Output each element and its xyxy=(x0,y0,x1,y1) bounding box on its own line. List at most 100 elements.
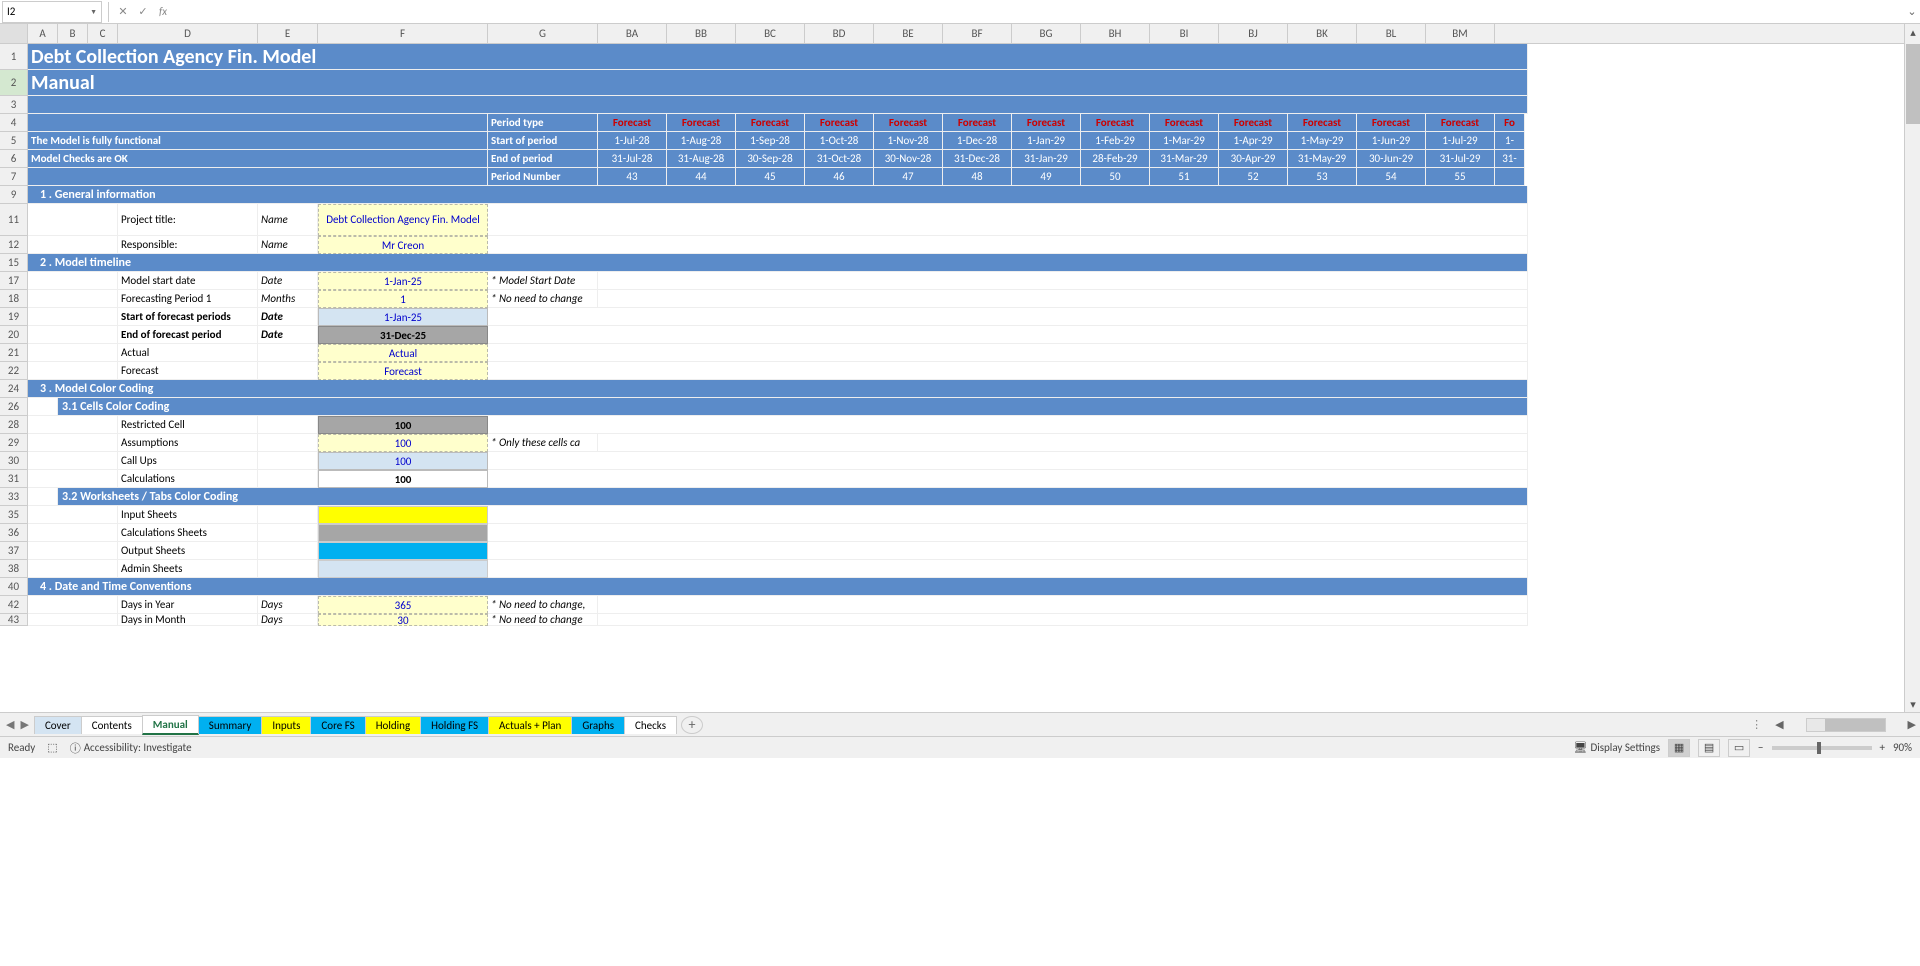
tab-contents[interactable]: Contents xyxy=(81,716,143,734)
output-sheets-label[interactable]: Output Sheets xyxy=(118,542,258,560)
cell[interactable] xyxy=(28,236,118,254)
calc-sheets-swatch[interactable] xyxy=(318,524,488,542)
row-header-38[interactable]: 38 xyxy=(0,560,28,578)
row-header-5[interactable]: 5 xyxy=(0,132,28,150)
model-start-note[interactable]: * Model Start Date xyxy=(488,272,598,290)
col-A[interactable]: A xyxy=(28,24,58,43)
model-start-label[interactable]: Model start date xyxy=(118,272,258,290)
row-header-1[interactable]: 1 xyxy=(0,44,28,70)
col-C[interactable]: C xyxy=(88,24,118,43)
forecast-h[interactable]: Forecast xyxy=(1012,114,1081,132)
cancel-formula-icon[interactable]: ✕ xyxy=(113,2,133,22)
forecast-h[interactable]: Forecast xyxy=(736,114,805,132)
restricted-label[interactable]: Restricted Cell xyxy=(118,416,258,434)
cell[interactable] xyxy=(598,596,1528,614)
calculations-val[interactable]: 100 xyxy=(318,470,488,488)
cell[interactable] xyxy=(28,524,118,542)
forecast-h[interactable]: Forecast xyxy=(805,114,874,132)
restricted-val[interactable]: 100 xyxy=(318,416,488,434)
cell[interactable] xyxy=(28,344,118,362)
actual-input[interactable]: Actual xyxy=(318,344,488,362)
end-forecast-label[interactable]: End of forecast period xyxy=(118,326,258,344)
days-year-label[interactable]: Days in Year xyxy=(118,596,258,614)
calculations-label[interactable]: Calculations xyxy=(118,470,258,488)
view-normal-button[interactable]: ▦ xyxy=(1668,739,1690,757)
new-sheet-button[interactable]: + xyxy=(681,716,703,734)
cell[interactable] xyxy=(28,168,488,186)
cell[interactable] xyxy=(488,524,1528,542)
start-forecast-unit[interactable]: Date xyxy=(258,308,318,326)
row-header-19[interactable]: 19 xyxy=(0,308,28,326)
output-sheets-swatch[interactable] xyxy=(318,542,488,560)
forecast-period-input[interactable]: 1 xyxy=(318,290,488,308)
model-start-input[interactable]: 1-Jan-25 xyxy=(318,272,488,290)
project-title-unit[interactable]: Name xyxy=(258,204,318,236)
forecast-h[interactable]: Forecast xyxy=(1426,114,1495,132)
admin-sheets-label[interactable]: Admin Sheets xyxy=(118,560,258,578)
row-header-43[interactable]: 43 xyxy=(0,614,28,626)
display-settings-button[interactable]: 🖥 Display Settings xyxy=(1573,741,1660,754)
forecast-h[interactable]: Forecast xyxy=(1219,114,1288,132)
end-forecast-unit[interactable]: Date xyxy=(258,326,318,344)
period-type-label[interactable]: Period type xyxy=(488,114,598,132)
tab-checks[interactable]: Checks xyxy=(624,716,677,734)
assumptions-note[interactable]: * Only these cells ca xyxy=(488,434,598,452)
zoom-level[interactable]: 90% xyxy=(1893,741,1912,754)
section-2-header[interactable]: 2 . Model timeline xyxy=(28,254,1528,272)
cell[interactable] xyxy=(28,488,58,506)
cell[interactable] xyxy=(598,290,1528,308)
tab-prev-icon[interactable]: ◀ xyxy=(6,718,14,731)
cell[interactable] xyxy=(258,452,318,470)
row-header-18[interactable]: 18 xyxy=(0,290,28,308)
zoom-in-button[interactable]: + xyxy=(1880,741,1885,754)
horizontal-scroll-thumb[interactable] xyxy=(1825,719,1885,731)
start-forecast-label[interactable]: Start of forecast periods xyxy=(118,308,258,326)
period-num[interactable]: 55 xyxy=(1426,168,1495,186)
period-num[interactable]: 46 xyxy=(805,168,874,186)
forecast-h[interactable]: Forecast xyxy=(598,114,667,132)
period-start[interactable]: 1-Nov-28 xyxy=(874,132,943,150)
days-year-unit[interactable]: Days xyxy=(258,596,318,614)
col-BI[interactable]: BI xyxy=(1150,24,1219,43)
period-num[interactable]: 51 xyxy=(1150,168,1219,186)
cell[interactable] xyxy=(488,542,1528,560)
cell[interactable] xyxy=(28,452,118,470)
forecast-h[interactable]: Forecast xyxy=(1288,114,1357,132)
section-31-header[interactable]: 3.1 Cells Color Coding xyxy=(58,398,1528,416)
macro-record-icon[interactable]: ⬚ xyxy=(47,741,57,754)
name-box-dropdown-icon[interactable]: ▼ xyxy=(90,7,97,16)
status-checks[interactable]: Model Checks are OK xyxy=(28,150,488,168)
horizontal-scrollbar[interactable] xyxy=(1806,718,1886,732)
forecast-input[interactable]: Forecast xyxy=(318,362,488,380)
cell[interactable] xyxy=(28,542,118,560)
period-start[interactable]: 1-Apr-29 xyxy=(1219,132,1288,150)
period-num[interactable]: 47 xyxy=(874,168,943,186)
cell[interactable] xyxy=(488,326,1528,344)
start-forecast-val[interactable]: 1-Jan-25 xyxy=(318,308,488,326)
status-functional[interactable]: The Model is fully functional xyxy=(28,132,488,150)
row-header-9[interactable]: 9 xyxy=(0,186,28,204)
project-title-input[interactable]: Debt Collection Agency Fin. Model xyxy=(318,204,488,236)
title-cell[interactable]: Debt Collection Agency Fin. Model xyxy=(28,44,1528,70)
forecast-h[interactable]: Forecast xyxy=(1357,114,1426,132)
responsible-label[interactable]: Responsible: xyxy=(118,236,258,254)
col-BM[interactable]: BM xyxy=(1426,24,1495,43)
row-header-37[interactable]: 37 xyxy=(0,542,28,560)
row-header-36[interactable]: 36 xyxy=(0,524,28,542)
row-header-22[interactable]: 22 xyxy=(0,362,28,380)
row-header-11[interactable]: 11 xyxy=(0,204,28,236)
cell[interactable] xyxy=(28,614,118,626)
col-BG[interactable]: BG xyxy=(1012,24,1081,43)
cell[interactable] xyxy=(28,596,118,614)
input-sheets-label[interactable]: Input Sheets xyxy=(118,506,258,524)
tab-graphs[interactable]: Graphs xyxy=(571,716,625,734)
row-header-4[interactable]: 4 xyxy=(0,114,28,132)
zoom-slider[interactable] xyxy=(1772,746,1872,750)
row-header-40[interactable]: 40 xyxy=(0,578,28,596)
tab-core-fs[interactable]: Core FS xyxy=(310,716,365,734)
days-month-note[interactable]: * No need to change xyxy=(488,614,598,626)
cell[interactable] xyxy=(28,506,118,524)
row-header-20[interactable]: 20 xyxy=(0,326,28,344)
cell[interactable] xyxy=(488,416,1528,434)
col-BF[interactable]: BF xyxy=(943,24,1012,43)
